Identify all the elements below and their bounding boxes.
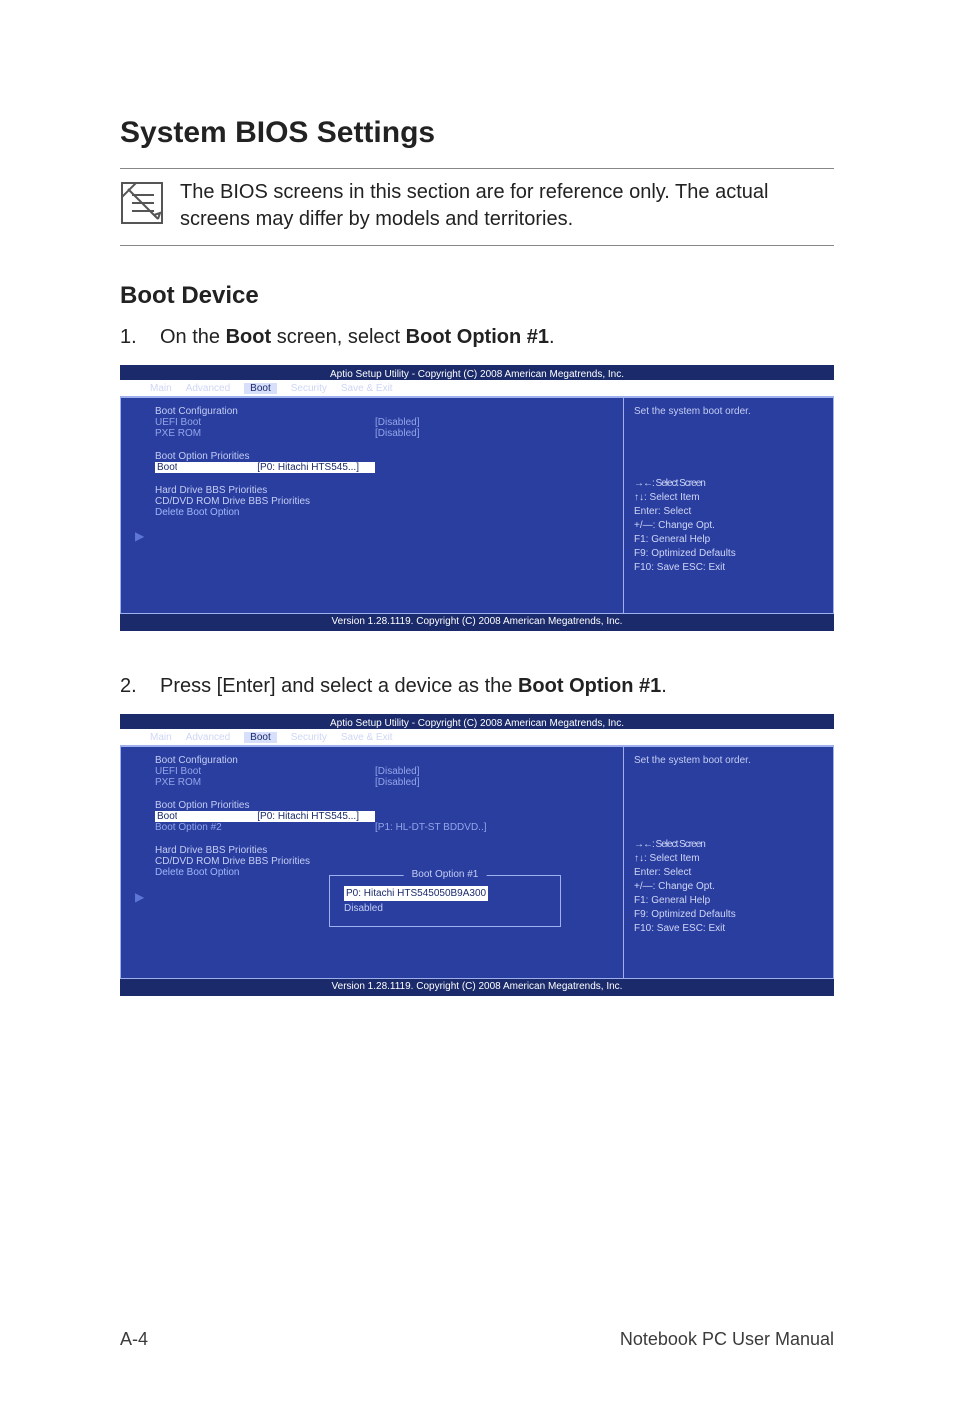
- bios-tab-save-exit-2: Save & Exit: [341, 732, 393, 743]
- bios-tabs-1: Main Advanced Boot Security Save & Exit: [120, 380, 834, 396]
- hdd-bbs-priorities: Hard Drive BBS Priorities: [155, 485, 613, 496]
- bios-help-desc-1: Set the system boot order.: [634, 406, 823, 417]
- boot-config-heading: Boot Configuration: [155, 406, 613, 417]
- delete-boot-option-label-2: Delete Boot Option: [155, 867, 240, 878]
- step-2-number: 2.: [120, 673, 160, 700]
- bios-help-desc-2: Set the system boot order.: [634, 755, 823, 766]
- uefi-boot-value-2: [Disabled]: [375, 766, 419, 777]
- caret-icon: ▶: [135, 530, 144, 542]
- help-l6: F9: Optimized Defaults: [634, 547, 823, 561]
- step-1: 1. On the Boot screen, select Boot Optio…: [120, 324, 834, 351]
- popup-item-disabled: Disabled: [344, 901, 546, 916]
- bios-right-panel-1: Set the system boot order. →←: Select Sc…: [624, 396, 834, 614]
- step-1-number: 1.: [120, 324, 160, 351]
- help-l3: Enter: Select: [634, 505, 823, 519]
- bios-tab-security: Security: [291, 383, 327, 394]
- page-footer: A-4 Notebook PC User Manual: [120, 1329, 834, 1350]
- page-number: A-4: [120, 1329, 148, 1350]
- bios-body-2: Boot Configuration UEFI Boot[Disabled] P…: [120, 745, 834, 979]
- bios-right-panel-2: Set the system boot order. →←: Select Sc…: [624, 745, 834, 979]
- step-1-pre: On the: [160, 326, 226, 348]
- boot-option-1-value: [P0: Hitachi HTS545...]: [177, 462, 361, 473]
- cd-dvd-bbs-priorities-2: CD/DVD ROM Drive BBS Priorities: [155, 856, 613, 867]
- step-2-text: Press [Enter] and select a device as the…: [160, 673, 834, 700]
- uefi-boot-value: [Disabled]: [375, 417, 419, 428]
- help2-l5: F1: General Help: [634, 894, 823, 908]
- boot-priorities-heading: Boot Option Priorities: [155, 451, 613, 462]
- step-1-bold-1: Boot: [226, 326, 272, 348]
- bios-left-panel-1: Boot Configuration UEFI Boot[Disabled] P…: [120, 396, 624, 614]
- help2-l6: F9: Optimized Defaults: [634, 908, 823, 922]
- bios-tab-main: Main: [150, 383, 172, 394]
- bios-tab-main-2: Main: [150, 732, 172, 743]
- step-2-bold-1: Boot Option #1: [518, 675, 661, 697]
- bios-body-1: Boot Configuration UEFI Boot[Disabled] P…: [120, 396, 834, 614]
- help2-l3: Enter: Select: [634, 866, 823, 880]
- boot-option-2-value: [P1: HL-DT-ST BDDVD..]: [375, 822, 487, 833]
- step-2-pre: Press [Enter] and select a device as the: [160, 675, 518, 697]
- help2-l2: ↑↓: Select Item: [634, 852, 823, 866]
- bios-tab-security-2: Security: [291, 732, 327, 743]
- boot-config-heading-2: Boot Configuration: [155, 755, 613, 766]
- help2-l4: +/—: Change Opt.: [634, 880, 823, 894]
- help-l1: →←: Select Screen: [634, 477, 823, 491]
- bios-tab-save-exit: Save & Exit: [341, 383, 393, 394]
- step-1-bold-2: Boot Option #1: [406, 326, 549, 348]
- bios-tabs-2: Main Advanced Boot Security Save & Exit: [120, 729, 834, 745]
- hdd-bbs-priorities-2: Hard Drive BBS Priorities: [155, 845, 613, 856]
- help-l7: F10: Save ESC: Exit: [634, 561, 823, 575]
- step-2-post: .: [661, 675, 667, 697]
- bios-tab-advanced: Advanced: [186, 383, 230, 394]
- boot-option-1-value-2: [P0: Hitachi HTS545...]: [177, 811, 361, 822]
- bios-footer-2: Version 1.28.1119. Copyright (C) 2008 Am…: [120, 979, 834, 996]
- manual-title: Notebook PC User Manual: [620, 1329, 834, 1350]
- pxe-rom-value: [Disabled]: [375, 428, 419, 439]
- bios-header-2: Aptio Setup Utility - Copyright (C) 2008…: [120, 714, 834, 729]
- boot-priorities-heading-2: Boot Option Priorities: [155, 800, 613, 811]
- pxe-rom-value-2: [Disabled]: [375, 777, 419, 788]
- cd-dvd-bbs-priorities: CD/DVD ROM Drive BBS Priorities: [155, 496, 613, 507]
- bios-header-1: Aptio Setup Utility - Copyright (C) 2008…: [120, 365, 834, 380]
- section-heading: System BIOS Settings: [120, 116, 834, 150]
- help2-l7: F10: Save ESC: Exit: [634, 922, 823, 936]
- help2-l1: →←: Select Screen: [634, 838, 823, 852]
- boot-device-heading: Boot Device: [120, 282, 834, 310]
- boot-option-2-label: Boot Option #2: [155, 822, 375, 833]
- caret-icon-2: ▶: [135, 891, 144, 903]
- pxe-rom-label: PXE ROM: [155, 428, 375, 439]
- popup-title: Boot Option #1: [404, 869, 487, 880]
- help-l4: +/—: Change Opt.: [634, 519, 823, 533]
- pxe-rom-label-2: PXE ROM: [155, 777, 375, 788]
- uefi-boot-label: UEFI Boot: [155, 417, 375, 428]
- bios-screenshot-1: Aptio Setup Utility - Copyright (C) 2008…: [120, 365, 834, 631]
- boot-option-popup: Boot Option #1 P0: Hitachi HTS545050B9A3…: [329, 875, 561, 927]
- note-text: The BIOS screens in this section are for…: [180, 179, 834, 233]
- step-1-mid: screen, select: [271, 326, 406, 348]
- popup-item-selected: P0: Hitachi HTS545050B9A300: [344, 886, 488, 901]
- bios-tab-advanced-2: Advanced: [186, 732, 230, 743]
- bios-left-panel-2: Boot Configuration UEFI Boot[Disabled] P…: [120, 745, 624, 979]
- delete-boot-option-label: Delete Boot Option: [155, 507, 240, 518]
- step-1-text: On the Boot screen, select Boot Option #…: [160, 324, 834, 351]
- step-1-post: .: [549, 326, 555, 348]
- note-block: The BIOS screens in this section are for…: [120, 168, 834, 246]
- help-l2: ↑↓: Select Item: [634, 491, 823, 505]
- bios-tab-boot-2: Boot: [244, 732, 277, 743]
- delete-boot-option: ▶Delete Boot Option: [155, 507, 613, 518]
- note-icon: [120, 181, 164, 225]
- bios-footer-1: Version 1.28.1119. Copyright (C) 2008 Am…: [120, 614, 834, 631]
- bios-tab-boot: Boot: [244, 383, 277, 394]
- bios-screenshot-2: Aptio Setup Utility - Copyright (C) 2008…: [120, 714, 834, 996]
- uefi-boot-label-2: UEFI Boot: [155, 766, 375, 777]
- help-l5: F1: General Help: [634, 533, 823, 547]
- step-2: 2. Press [Enter] and select a device as …: [120, 673, 834, 700]
